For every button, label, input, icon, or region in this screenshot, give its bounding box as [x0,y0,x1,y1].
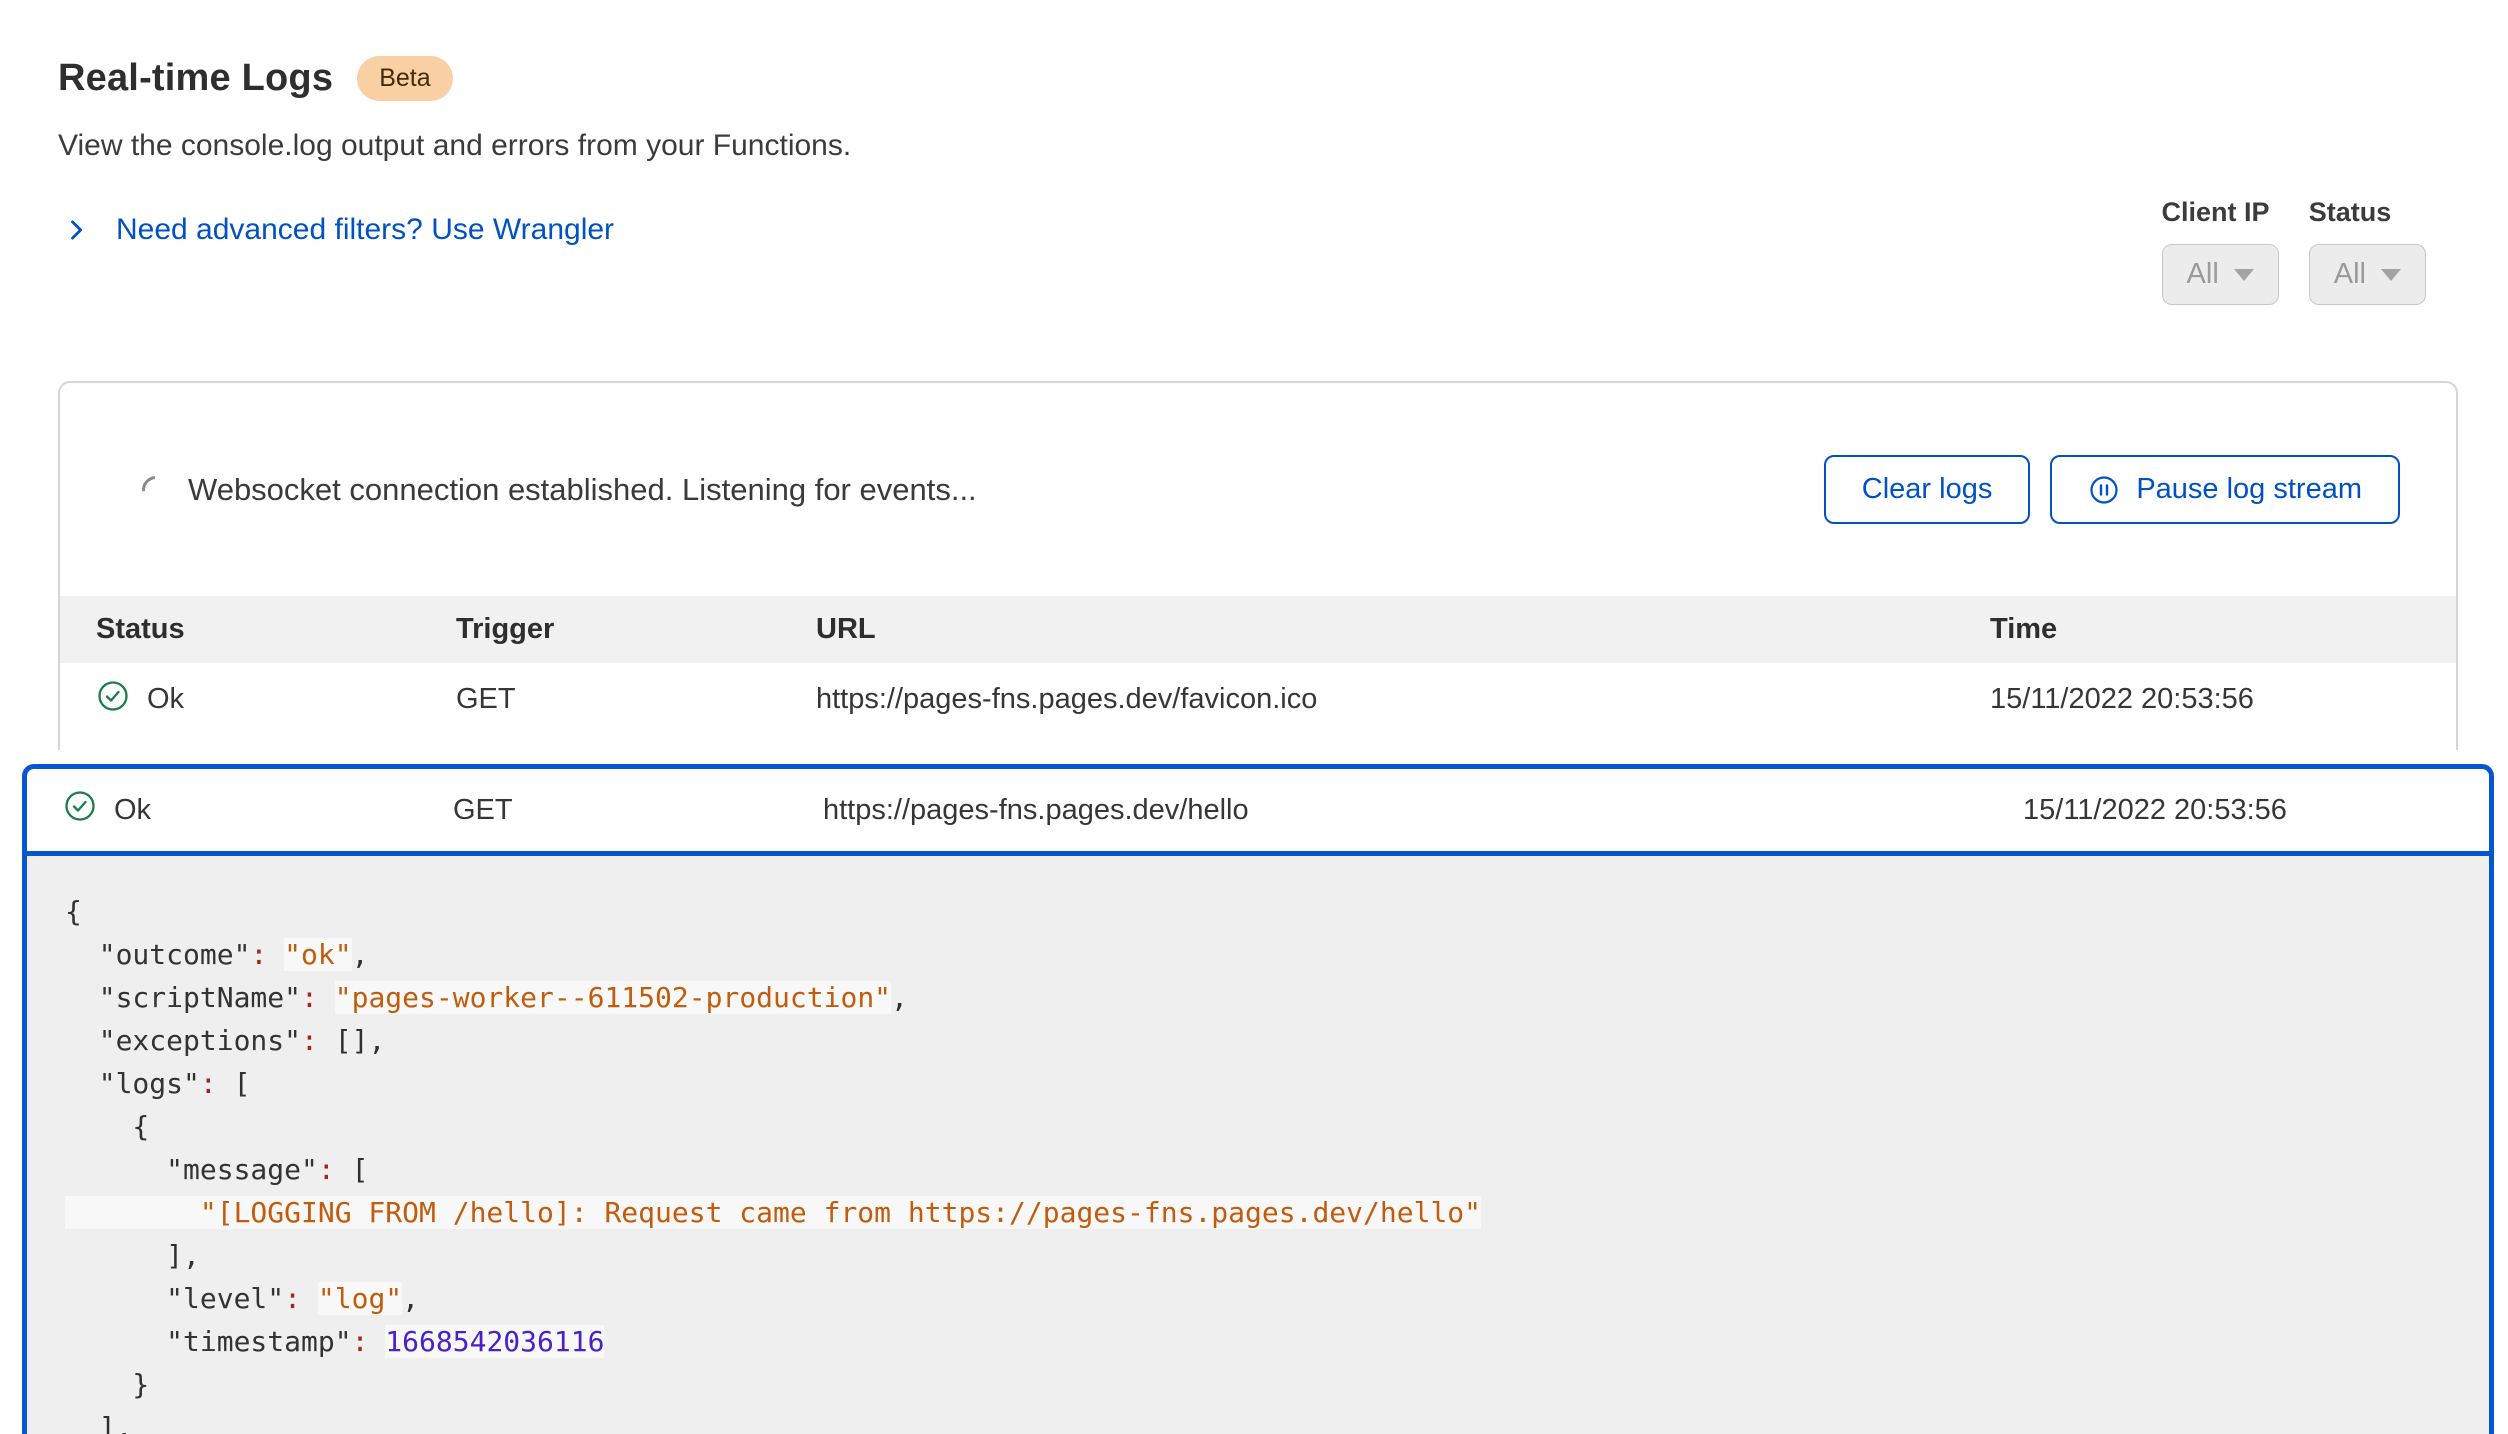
row-time-text: 15/11/2022 20:53:56 [1990,683,2420,716]
column-header-status: Status [96,613,456,646]
column-header-trigger: Trigger [456,613,816,646]
spinner-icon [136,470,175,509]
row-status-text: Ok [114,794,151,827]
page-title: Real-time Logs [58,57,333,100]
log-table-header: Status Trigger URL Time [60,596,2456,663]
column-header-time: Time [1990,613,2420,646]
wrangler-advanced-filters-link[interactable]: Need advanced filters? Use Wrangler [62,213,614,247]
clear-logs-button[interactable]: Clear logs [1824,455,2031,524]
pause-icon [2088,474,2120,506]
pause-log-stream-label: Pause log stream [2136,473,2362,506]
row-time-text: 15/11/2022 20:53:56 [2023,794,2453,827]
client-ip-dropdown[interactable]: All [2162,244,2279,305]
status-dropdown[interactable]: All [2309,244,2426,305]
chevron-right-icon [62,216,90,244]
log-table-row[interactable]: Ok GET https://pages-fns.pages.dev/favic… [60,663,2456,736]
logs-panel: Websocket connection established. Listen… [58,381,2458,750]
page-description: View the console.log output and errors f… [58,129,2458,163]
caret-down-icon [2234,269,2254,281]
row-url-text: https://pages-fns.pages.dev/hello [823,794,2023,827]
websocket-status-message: Websocket connection established. Listen… [188,472,977,508]
clear-logs-label: Clear logs [1862,473,1993,506]
filter-status: Status All [2309,197,2426,305]
check-circle-icon [96,679,130,721]
status-filter-label: Status [2309,197,2426,228]
caret-down-icon [2381,269,2401,281]
beta-badge: Beta [357,56,452,101]
row-status-text: Ok [147,683,184,716]
check-circle-icon [63,789,97,831]
websocket-status: Websocket connection established. Listen… [142,472,977,508]
client-ip-dropdown-value: All [2187,258,2219,291]
wrangler-link-label: Need advanced filters? Use Wrangler [116,213,614,247]
log-filters: Client IP All Status All [2162,197,2426,305]
column-header-url: URL [816,613,1990,646]
status-dropdown-value: All [2334,258,2366,291]
client-ip-filter-label: Client IP [2162,197,2279,228]
row-trigger-text: GET [456,683,816,716]
expanded-log-entry: Ok GET https://pages-fns.pages.dev/hello… [22,764,2494,1434]
log-json: { "outcome": "ok", "scriptName": "pages-… [27,856,2489,1434]
row-url-text: https://pages-fns.pages.dev/favicon.ico [816,683,1990,716]
pause-log-stream-button[interactable]: Pause log stream [2050,455,2400,524]
row-trigger-text: GET [453,794,823,827]
filter-client-ip: Client IP All [2162,197,2279,305]
realtime-logs-page: Real-time Logs Beta View the console.log… [0,0,2508,1434]
expanded-log-row[interactable]: Ok GET https://pages-fns.pages.dev/hello… [27,769,2489,856]
